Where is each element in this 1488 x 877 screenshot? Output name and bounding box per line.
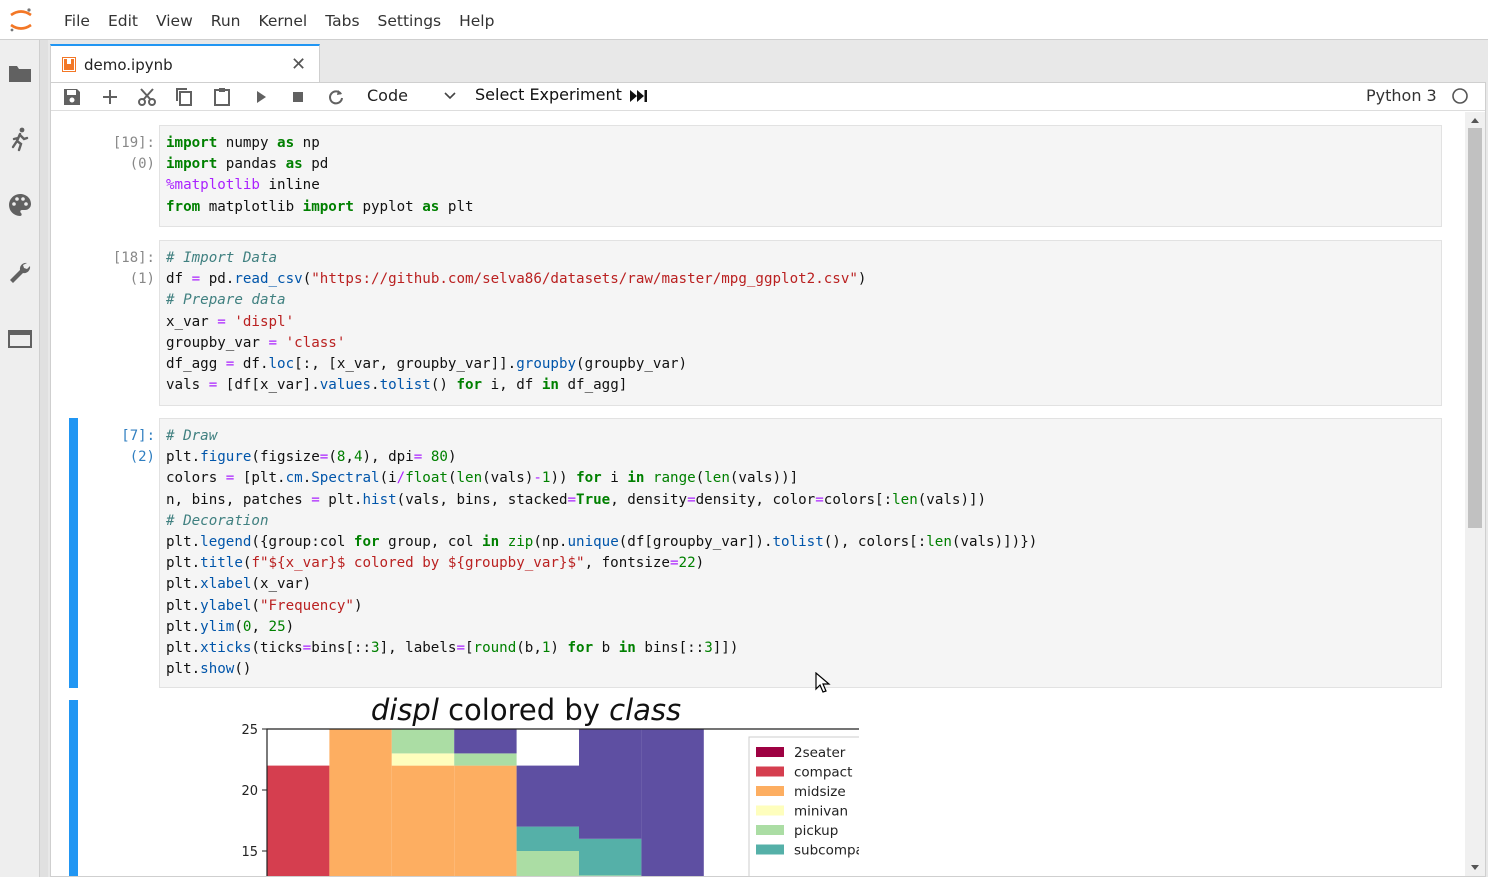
restart-icon[interactable] <box>325 86 347 108</box>
legend-swatch <box>756 786 784 796</box>
notebook-content: [19]: (0) import numpy as np import pand… <box>51 112 1485 876</box>
scrollbar-thumb[interactable] <box>1468 128 1482 528</box>
bar-pickup <box>391 729 455 754</box>
notebook-panel: Code Select Experiment Python 3 [19]: (0… <box>50 82 1486 877</box>
title-mid: colored by <box>439 693 609 727</box>
menu-settings[interactable]: Settings <box>369 0 451 40</box>
add-cell-icon[interactable] <box>99 86 121 108</box>
bar-midsize <box>329 729 392 876</box>
bar-suv <box>579 729 642 839</box>
tab-demo-notebook[interactable]: demo.ipynb ✕ <box>50 44 320 82</box>
menu-edit[interactable]: Edit <box>99 0 147 40</box>
bar-compact <box>267 765 330 876</box>
running-icon[interactable] <box>7 126 33 152</box>
main-dock: demo.ipynb ✕ Code Select Experiment Pyth… <box>48 40 1488 877</box>
notebook-icon <box>62 57 76 72</box>
bar-suv <box>516 765 579 827</box>
y-axis-ticks: 25 20 15 <box>241 723 267 860</box>
execution-count: [19]: (0) <box>112 135 155 173</box>
code-editor[interactable]: import numpy as np import pandas as pd %… <box>159 125 1442 227</box>
kernel-name[interactable]: Python 3 <box>1366 86 1437 105</box>
menu-file[interactable]: File <box>55 0 99 40</box>
y-tick-label: 20 <box>241 784 258 799</box>
code-cell[interactable]: [19]: (0) import numpy as np import pand… <box>51 125 1461 229</box>
run-icon[interactable] <box>250 86 272 108</box>
legend-swatch <box>756 805 784 816</box>
cell-type-select[interactable]: Code <box>351 83 463 109</box>
menu-run[interactable]: Run <box>202 0 250 40</box>
tab-label: demo.ipynb <box>84 56 173 74</box>
legend-swatch <box>756 747 784 757</box>
title-var2: class <box>609 693 681 727</box>
menu-kernel[interactable]: Kernel <box>250 0 317 40</box>
scroll-up-icon[interactable] <box>1470 116 1480 124</box>
code-cell-active[interactable]: [7]: (2) # Draw plt.figure(figsize=(8,4)… <box>51 418 1461 688</box>
bar-pickup <box>454 753 517 766</box>
fast-forward-icon[interactable] <box>629 88 649 104</box>
menu-tabs[interactable]: Tabs <box>316 0 368 40</box>
close-icon[interactable]: ✕ <box>291 54 306 75</box>
bar-pickup <box>516 851 579 876</box>
code-editor[interactable]: # Import Data df = pd.read_csv("https://… <box>159 240 1442 406</box>
notebook-toolbar: Code Select Experiment Python 3 <box>51 83 1485 111</box>
bar-suv <box>454 729 517 754</box>
bar-minivan <box>391 753 455 766</box>
legend-swatch <box>756 844 784 855</box>
bar-midsize <box>454 765 517 876</box>
bar-subcompact <box>579 838 642 876</box>
left-sidebar <box>0 40 40 877</box>
jupyter-logo-icon <box>10 8 32 32</box>
legend-label: midsize <box>794 784 846 800</box>
save-icon[interactable] <box>61 86 83 108</box>
title-var1: displ <box>371 693 439 727</box>
scroll-down-icon[interactable] <box>1470 864 1480 872</box>
output-collapser[interactable] <box>69 700 78 876</box>
chevron-down-icon <box>444 92 456 100</box>
execution-count: [18]: (1) <box>112 250 155 288</box>
bar-midsize <box>391 765 455 876</box>
tabs-icon[interactable] <box>7 326 33 352</box>
kernel-idle-icon <box>1452 88 1468 104</box>
execution-count: [7]: (2) <box>121 428 155 466</box>
menu-view[interactable]: View <box>147 0 202 40</box>
code-cell[interactable]: [18]: (1) # Import Data df = pd.read_csv… <box>51 240 1461 406</box>
vertical-scrollbar[interactable] <box>1465 112 1485 876</box>
folder-icon[interactable] <box>7 60 33 86</box>
output-chart: displ colored by class 25 20 15 2seater com… <box>159 688 892 876</box>
select-experiment-button[interactable]: Select Experiment <box>475 85 622 104</box>
menubar: File Edit View Run Kernel Tabs Settings … <box>0 0 1488 40</box>
bar-pickup <box>579 875 642 876</box>
copy-icon[interactable] <box>173 86 195 108</box>
menu-help[interactable]: Help <box>450 0 503 40</box>
legend-label: compact <box>794 765 852 781</box>
palette-icon[interactable] <box>7 192 33 218</box>
cell-collapser[interactable] <box>69 418 78 688</box>
paste-icon[interactable] <box>211 86 233 108</box>
y-tick-label: 15 <box>241 845 258 860</box>
bar-suv <box>641 729 704 876</box>
code-editor[interactable]: # Draw plt.figure(figsize=(8,4), dpi= 80… <box>159 418 1442 688</box>
legend-label: pickup <box>794 823 838 839</box>
cut-icon[interactable] <box>136 86 158 108</box>
stop-icon[interactable] <box>287 86 309 108</box>
chart-title: displ colored by class <box>371 693 681 727</box>
bar-subcompact <box>516 826 579 851</box>
legend-label: 2seater <box>794 745 846 761</box>
legend-label: minivan <box>794 804 848 820</box>
histogram-chart: displ colored by class 25 20 15 2seater com… <box>241 693 892 876</box>
chart-legend: 2seater compact midsize minivan pickup subcom… <box>748 736 890 876</box>
legend-label: subcompact <box>794 843 859 859</box>
y-tick-label: 25 <box>241 723 258 738</box>
cell-type-label: Code <box>367 86 408 105</box>
mouse-cursor-icon <box>815 672 831 693</box>
legend-swatch <box>756 825 784 835</box>
legend-swatch <box>756 766 784 777</box>
wrench-icon[interactable] <box>7 260 33 286</box>
